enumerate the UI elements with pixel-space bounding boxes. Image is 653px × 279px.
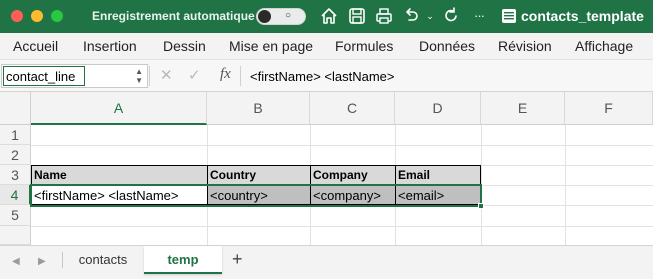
cancel-icon[interactable]: ✕ — [160, 67, 173, 85]
column-header-a[interactable]: A — [31, 92, 207, 125]
autosave-state: ○ — [285, 10, 292, 21]
row-header-3[interactable]: 3 — [0, 165, 31, 185]
tab-insertion[interactable]: Insertion — [83, 38, 137, 54]
cell-c3[interactable]: Company — [310, 165, 396, 186]
gridline — [31, 145, 653, 146]
divider — [240, 66, 241, 86]
name-box-stepper-icon[interactable]: ▲ ▼ — [135, 67, 143, 85]
undo-icon[interactable] — [401, 6, 423, 26]
cell-c4[interactable]: <company> — [310, 185, 396, 205]
home-icon[interactable] — [319, 6, 341, 26]
toggle-knob — [258, 10, 271, 23]
tab-mise-en-page[interactable]: Mise en page — [229, 38, 313, 54]
column-header-d[interactable]: D — [395, 92, 481, 125]
print-icon[interactable] — [374, 6, 396, 26]
name-box[interactable]: ▲▼ — [1, 64, 148, 88]
autosave-toggle[interactable]: ○ — [256, 8, 306, 25]
confirm-icon[interactable]: ✓ — [188, 67, 201, 85]
column-header-f[interactable]: F — [565, 92, 653, 125]
previous-sheet-icon[interactable]: ◀ — [12, 256, 20, 267]
title-bar: Enregistrement automatique ○ ⌄ ··· conta… — [0, 0, 653, 33]
close-window-button[interactable] — [11, 10, 23, 22]
gridline — [31, 205, 653, 206]
next-sheet-icon[interactable]: ▶ — [38, 256, 46, 267]
sheet-tabs-bar: ◀ ▶ contacts temp + — [0, 245, 653, 279]
tab-donnees[interactable]: Données — [419, 38, 475, 54]
more-options-icon[interactable]: ··· — [470, 6, 488, 26]
zoom-window-button[interactable] — [51, 10, 63, 22]
sheet-tab-contacts[interactable]: contacts — [63, 246, 143, 274]
ribbon-tabs: Accueil Insertion Dessin Mise en page Fo… — [0, 33, 653, 60]
redo-icon[interactable] — [441, 6, 463, 26]
spreadsheet-grid[interactable]: A B C D E F 1 2 3 4 5 Name Country Compa… — [0, 92, 653, 245]
autosave-label: Enregistrement automatique — [92, 9, 255, 23]
row-header-6[interactable] — [0, 226, 31, 245]
minimize-window-button[interactable] — [31, 10, 43, 22]
tab-revision[interactable]: Révision — [498, 38, 552, 54]
insert-function-button[interactable]: fx — [220, 66, 231, 83]
gridline — [565, 125, 566, 245]
column-header-e[interactable]: E — [481, 92, 565, 125]
cell-d3[interactable]: Email — [395, 165, 481, 186]
gridline — [481, 125, 482, 245]
cell-a4[interactable]: <firstName> <lastName> — [31, 185, 208, 205]
row-header-4[interactable]: 4 — [0, 185, 31, 205]
save-icon[interactable] — [347, 6, 369, 26]
cell-d4[interactable]: <email> — [395, 185, 481, 205]
gridline — [31, 226, 653, 227]
tab-affichage[interactable]: Affichage — [575, 38, 633, 54]
fill-handle[interactable] — [478, 203, 484, 209]
name-box-input[interactable] — [3, 66, 85, 86]
column-header-c[interactable]: C — [310, 92, 395, 125]
cell-b3[interactable]: Country — [207, 165, 311, 186]
row-header-5[interactable]: 5 — [0, 205, 31, 226]
column-header-b[interactable]: B — [207, 92, 310, 125]
formula-bar: ▲▼ ✕ ✓ fx <firstName> <lastName> — [0, 60, 653, 92]
divider — [149, 66, 150, 86]
row-header-2[interactable]: 2 — [0, 145, 31, 165]
cell-a3[interactable]: Name — [31, 165, 208, 186]
row-header-1[interactable]: 1 — [0, 125, 31, 145]
select-all-corner[interactable] — [0, 92, 31, 125]
cell-b4[interactable]: <country> — [207, 185, 311, 205]
chevron-down-icon[interactable]: ⌄ — [424, 6, 436, 26]
document-title: contacts_template — [521, 8, 644, 24]
formula-input[interactable]: <firstName> <lastName> — [250, 69, 395, 84]
add-sheet-button[interactable]: + — [232, 249, 243, 270]
tab-dessin[interactable]: Dessin — [163, 38, 206, 54]
tab-formules[interactable]: Formules — [335, 38, 393, 54]
excel-document-icon — [501, 8, 517, 24]
tab-accueil[interactable]: Accueil — [13, 38, 58, 54]
sheet-tab-temp[interactable]: temp — [144, 246, 222, 274]
excel-window: Enregistrement automatique ○ ⌄ ··· conta… — [0, 0, 653, 279]
